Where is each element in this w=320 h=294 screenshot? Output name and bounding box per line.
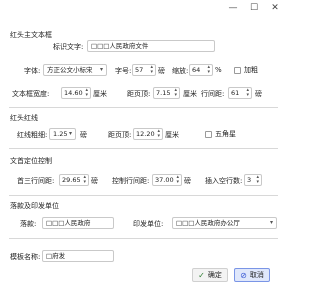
scale-stepper[interactable]: 64 ▴ ▾ [189,64,213,76]
stepper-arrows-icon[interactable]: ▴ ▾ [256,175,259,185]
label-text: 标识文字: [53,43,84,51]
chevron-down-icon: ▾ [99,66,103,73]
label-width: 文本框宽度: [12,90,50,98]
unit-thickness: 磅 [80,131,87,139]
close-button[interactable]: ✕ [265,1,285,15]
unit-size: 磅 [158,67,165,75]
spacing-value: 61 [231,89,240,97]
label-first-spacing: 首三行间距: [17,177,55,185]
thickness-value: 1.25 [53,130,68,138]
stepper-arrows-icon[interactable]: ▴ ▾ [207,65,210,75]
label-top: 距页顶: [127,90,151,98]
maximize-icon: ☐ [249,3,259,13]
unit-first-spacing: 磅 [91,177,98,185]
checkbox-box[interactable] [234,66,241,74]
spacing-stepper[interactable]: 61 ▴ ▾ [228,87,252,99]
chevron-down-icon: ▾ [68,130,72,137]
label-control-spacing: 控制行间距: [112,177,150,185]
ok-label: 确定 [207,271,222,279]
text-input[interactable]: □□□人民政府文件 [87,40,215,52]
minimize-icon: — [228,3,238,13]
font-select-value: 方正公文小标宋 [47,66,93,74]
blank-lines-value: 3 [247,176,252,184]
bold-checkbox[interactable]: 加粗 [234,65,258,75]
stepper-arrows-icon[interactable]: ▴ ▾ [246,88,249,98]
ok-button[interactable]: ✓ 确定 [192,268,228,282]
section-title-signature: 落款及印发单位 [10,202,59,210]
close-icon: ✕ [271,3,279,13]
control-spacing-stepper[interactable]: 37.00 ▴ ▾ [152,174,182,186]
cancel-icon: ⊘ [240,270,247,280]
signature-input[interactable]: □□□人民政府 [42,217,114,229]
chevron-down-icon: ▾ [269,219,273,226]
unit-top: 厘米 [183,90,197,98]
unit-line-top: 厘米 [165,131,179,139]
label-blank-lines: 插入空行数: [205,177,243,185]
star-checkbox[interactable]: 五角星 [205,129,236,139]
label-spacing: 行间距: [201,90,225,98]
label-template-name: 模板名称: [10,253,41,261]
issuing-unit-select[interactable]: □□□人民政府办公厅 ▾ [172,217,277,229]
first-spacing-value: 29.65 [62,176,81,184]
checkbox-box[interactable] [205,130,212,138]
label-issuing-unit: 印发单位: [133,220,164,228]
divider [9,195,278,196]
stepper-arrows-icon[interactable]: ▴ ▾ [150,65,153,75]
stepper-arrows-icon[interactable]: ▴ ▾ [85,88,88,98]
line-top-stepper[interactable]: 12.20 ▴ ▾ [133,128,163,140]
cancel-button[interactable]: ⊘ 取消 [234,268,270,282]
top-stepper[interactable]: 7.15 ▴ ▾ [153,87,180,99]
control-spacing-value: 37.00 [155,176,174,184]
font-select[interactable]: 方正公文小标宋 ▾ [43,64,107,76]
label-font: 字体: [24,67,41,75]
label-signature: 落款: [20,220,37,228]
unit-control-spacing: 磅 [184,177,191,185]
check-icon: ✓ [198,270,205,280]
unit-width: 厘米 [93,90,107,98]
divider [9,148,278,149]
star-label: 五角星 [215,130,236,138]
blank-lines-stepper[interactable]: 3 ▴ ▾ [244,174,262,186]
label-thickness: 红线粗细: [17,131,48,139]
stepper-arrows-icon[interactable]: ▴ ▾ [176,175,179,185]
label-line-top: 距页顶: [108,131,132,139]
divider [9,107,278,108]
size-stepper[interactable]: 57 ▴ ▾ [132,64,156,76]
cancel-label: 取消 [249,271,264,279]
divider [9,238,278,239]
stepper-arrows-icon[interactable]: ▴ ▾ [83,175,86,185]
label-scale: 缩放: [172,67,189,75]
unit-scale: % [215,66,222,74]
top-value: 7.15 [156,89,171,97]
width-stepper[interactable]: 14.60 ▴ ▾ [61,87,91,99]
first-spacing-stepper[interactable]: 29.65 ▴ ▾ [59,174,89,186]
section-title-position: 文首定位控制 [10,157,52,165]
template-name-input[interactable]: □府发 [42,250,114,262]
bold-label: 加粗 [244,66,258,74]
issuing-unit-value: □□□人民政府办公厅 [176,219,240,227]
size-value: 57 [135,66,144,74]
section-title-red-line: 红头红线 [10,114,38,122]
thickness-select[interactable]: 1.25 ▾ [49,128,76,140]
unit-spacing: 磅 [255,90,262,98]
label-size: 字号: [115,67,132,75]
stepper-arrows-icon[interactable]: ▴ ▾ [174,88,177,98]
section-title-main-text: 红头主文本框 [10,31,52,39]
line-top-value: 12.20 [136,130,155,138]
scale-value: 64 [192,66,201,74]
maximize-button[interactable]: ☐ [244,1,264,15]
width-value: 14.60 [64,89,83,97]
stepper-arrows-icon[interactable]: ▴ ▾ [157,129,160,139]
minimize-button[interactable]: — [223,1,243,15]
